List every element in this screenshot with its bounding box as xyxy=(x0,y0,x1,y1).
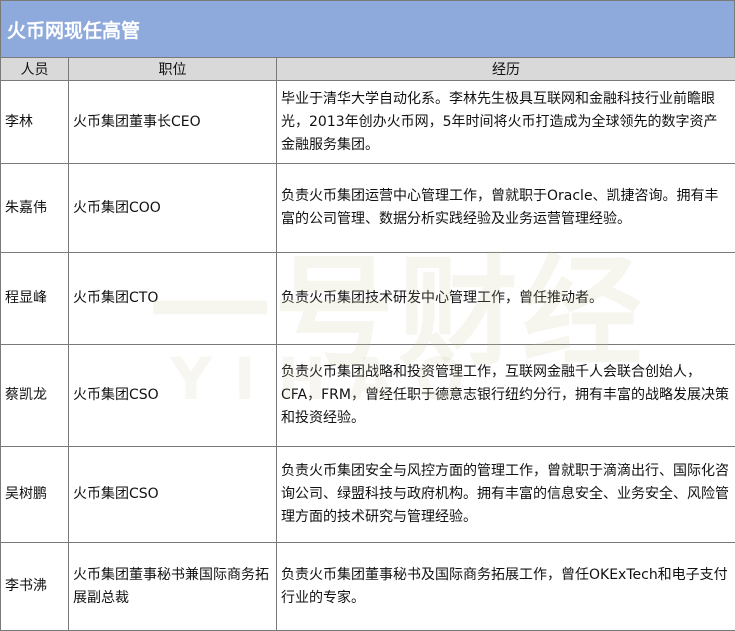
cell-position: 火币集团董事秘书兼国际商务拓展副总裁 xyxy=(68,542,277,631)
cell-position: 火币集团CSO xyxy=(68,344,277,447)
cell-position: 火币集团COO xyxy=(68,163,277,253)
table-row: 李林 火币集团董事长CEO 毕业于清华大学自动化系。李林先生极具互联网和金融科技… xyxy=(0,80,735,164)
cell-person: 吴树鹏 xyxy=(0,446,69,543)
table-row: 李书沸 火币集团董事秘书兼国际商务拓展副总裁 负责火币集团董事秘书及国际商务拓展… xyxy=(0,542,735,631)
header-position: 职位 xyxy=(68,57,277,81)
cell-position: 火币集团CTO xyxy=(68,252,277,345)
cell-person: 蔡凯龙 xyxy=(0,344,69,447)
cell-experience: 负责火币集团技术研发中心管理工作，曾任推动者。 xyxy=(276,252,735,345)
cell-experience: 负责火币集团战略和投资管理工作，互联网金融千人会联合创始人，CFA，FRM，曾经… xyxy=(276,344,735,447)
header-row: 人员 职位 经历 xyxy=(0,57,735,81)
executives-table: 人员 职位 经历 李林 火币集团董事长CEO 毕业于清华大学自动化系。李林先生极… xyxy=(0,57,735,631)
table-row: 朱嘉伟 火币集团COO 负责火币集团运营中心管理工作，曾就职于Oracle、凯捷… xyxy=(0,163,735,253)
cell-person: 朱嘉伟 xyxy=(0,163,69,253)
table-row: 程显峰 火币集团CTO 负责火币集团技术研发中心管理工作，曾任推动者。 xyxy=(0,252,735,345)
cell-person: 李书沸 xyxy=(0,542,69,631)
header-experience: 经历 xyxy=(276,57,735,81)
cell-position: 火币集团董事长CEO xyxy=(68,80,277,164)
table-row: 蔡凯龙 火币集团CSO 负责火币集团战略和投资管理工作，互联网金融千人会联合创始… xyxy=(0,344,735,447)
cell-experience: 负责火币集团运营中心管理工作，曾就职于Oracle、凯捷咨询。拥有丰富的公司管理… xyxy=(276,163,735,253)
cell-experience: 负责火币集团安全与风控方面的管理工作，曾就职于滴滴出行、国际化咨询公司、绿盟科技… xyxy=(276,446,735,543)
header-person: 人员 xyxy=(0,57,69,81)
cell-experience: 毕业于清华大学自动化系。李林先生极具互联网和金融科技行业前瞻眼光，2013年创办… xyxy=(276,80,735,164)
cell-position: 火币集团CSO xyxy=(68,446,277,543)
cell-person: 程显峰 xyxy=(0,252,69,345)
cell-person: 李林 xyxy=(0,80,69,164)
table-row: 吴树鹏 火币集团CSO 负责火币集团安全与风控方面的管理工作，曾就职于滴滴出行、… xyxy=(0,446,735,543)
cell-experience: 负责火币集团董事秘书及国际商务拓展工作，曾任OKExTech和电子支付行业的专家… xyxy=(276,542,735,631)
table-title: 火币网现任高管 xyxy=(0,0,735,57)
